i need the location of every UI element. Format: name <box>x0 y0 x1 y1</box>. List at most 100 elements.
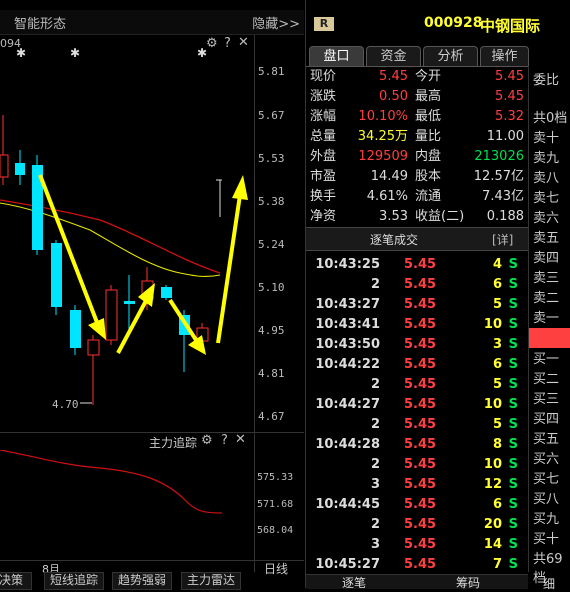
quote-tabs: 盘口 资金 分析 操作 <box>306 46 529 66</box>
trade-direction: S <box>508 377 518 392</box>
axis-divider <box>254 35 255 572</box>
trade-row: 10:43:25 5.45 4 S <box>306 255 524 275</box>
trade-volume: 5 <box>492 297 502 312</box>
trade-volume: 10 <box>483 317 502 332</box>
indicator-settings-icon[interactable]: ⚙ <box>201 433 213 448</box>
tab-operation[interactable]: 操作 <box>480 46 529 66</box>
tab-chips[interactable]: 筹码 <box>456 574 480 591</box>
buy-level-label: 买一 <box>533 352 560 367</box>
field-value: 4.61% <box>366 189 408 204</box>
trade-time: 10:43:50 <box>315 337 380 352</box>
trade-direction: S <box>508 317 518 332</box>
quote-row: 现价 5.45 今开 5.45 <box>306 67 524 87</box>
trade-price: 5.45 <box>404 357 437 372</box>
trade-time: 2 <box>370 277 380 292</box>
tab-detail[interactable]: 细 <box>543 575 555 592</box>
trade-volume: 5 <box>492 417 502 432</box>
order-ladder: 委比 共0档 卖十 卖九 卖八 卖七 卖六 卖五 卖四 卖三 卖二 卖一 买一 买二 买三 买四 买五 买六… <box>528 66 570 586</box>
buy-level-label: 买六 <box>533 452 560 467</box>
field-value: 7.43亿 <box>482 189 524 204</box>
trade-time: 2 <box>370 517 380 532</box>
trade-time: 10:44:45 <box>315 497 380 512</box>
trade-volume: 8 <box>492 437 502 452</box>
candlestick-plot[interactable]: ✱ ✱ ✱ <box>0 35 254 432</box>
quote-row: 换手 4.61% 流通 7.43亿 <box>306 187 524 207</box>
field-label: 外盘 <box>310 149 337 164</box>
buy-level-label: 买八 <box>533 492 560 507</box>
trade-direction: S <box>508 257 518 272</box>
indicator-plot <box>0 450 223 514</box>
indicator-help-icon[interactable]: ? <box>221 433 228 448</box>
hide-button[interactable]: 隐藏>> <box>252 13 300 32</box>
trade-direction: S <box>508 417 518 432</box>
field-label: 现价 <box>310 69 337 84</box>
trade-direction: S <box>508 557 518 572</box>
trade-time: 10:43:41 <box>315 317 380 332</box>
sell-level-label: 卖三 <box>533 271 560 286</box>
trade-volume: 3 <box>492 337 502 352</box>
quote-row: 涨跌 0.50 最高 5.45 <box>306 87 524 107</box>
trade-row: 10:44:27 5.45 10 S <box>306 395 524 415</box>
trade-price: 5.45 <box>404 497 437 512</box>
field-label: 收益(二) <box>415 209 465 224</box>
buy-level-label: 买十 <box>533 532 560 547</box>
trade-direction: S <box>508 357 518 372</box>
period-daily-button[interactable]: 日线 <box>264 560 288 577</box>
field-label: 净资 <box>310 209 337 224</box>
field-value: 14.49 <box>370 169 408 184</box>
trades-detail-link[interactable]: [详] <box>492 231 513 248</box>
tab-main-radar[interactable]: 主力雷达 <box>181 572 241 590</box>
tab-analysis[interactable]: 分析 <box>423 46 478 66</box>
sell-levels-count: 共0档 <box>533 111 568 126</box>
price-tick: 5.24 <box>258 238 285 251</box>
field-label: 量比 <box>415 129 442 144</box>
trade-volume: 14 <box>483 537 502 552</box>
trade-row: 10:43:41 5.45 10 S <box>306 315 524 335</box>
field-label: 今开 <box>415 69 442 84</box>
trade-time: 2 <box>370 417 380 432</box>
candle-body <box>15 163 25 175</box>
tab-short-tracking[interactable]: 短线追踪 <box>44 572 104 590</box>
price-tick: 5.53 <box>258 152 285 165</box>
sell-level-label: 卖五 <box>533 231 560 246</box>
quote-summary: 现价 5.45 今开 5.45 涨跌 0.50 最高 5.45 涨幅 10.10% 最低 5.32 总量… <box>306 67 528 227</box>
trade-time: 10:43:27 <box>315 297 380 312</box>
trade-direction: S <box>508 277 518 292</box>
arrow-head <box>232 175 248 200</box>
field-value: 12.57亿 <box>473 169 524 184</box>
trade-row: 10:44:22 5.45 6 S <box>306 355 524 375</box>
trade-price: 5.45 <box>404 277 437 292</box>
buy-level-label: 买七 <box>533 472 560 487</box>
trade-direction: S <box>508 337 518 352</box>
field-label: 股本 <box>415 169 442 184</box>
trade-volume: 4 <box>492 257 502 272</box>
trades-bottom-tabs: 逐笔 筹码 <box>306 574 528 591</box>
field-label: 市盈 <box>310 169 337 184</box>
quote-row: 涨幅 10.10% 最低 5.32 <box>306 107 524 127</box>
tab-funds[interactable]: 资金 <box>366 46 421 66</box>
field-value: 5.32 <box>495 109 524 124</box>
indicator-close-icon[interactable]: ✕ <box>235 432 246 447</box>
candle-body <box>105 289 118 341</box>
quote-row: 外盘 129509 内盘 213026 <box>306 147 524 167</box>
trade-volume: 12 <box>483 477 502 492</box>
trade-row: 2 5.45 20 S <box>306 515 524 535</box>
field-value: 0.188 <box>486 209 524 224</box>
tab-decision[interactable]: 决策 <box>0 572 32 590</box>
tab-orderbook[interactable]: 盘口 <box>309 46 364 66</box>
trade-row: 3 5.45 14 S <box>306 535 524 555</box>
trade-direction: S <box>508 517 518 532</box>
arrow-up-1 <box>116 296 150 354</box>
trade-price: 5.45 <box>404 397 437 412</box>
tab-trades[interactable]: 逐笔 <box>342 574 366 591</box>
tab-trend-strength[interactable]: 趋势强弱 <box>112 572 172 590</box>
candle-body <box>70 310 81 348</box>
kline-chart-panel[interactable]: 智能形态 隐藏>> 094 ⚙ ? ✕ 5.81 5.67 5.53 5.38 … <box>0 0 304 590</box>
field-label: 最高 <box>415 89 442 104</box>
trade-direction: S <box>508 297 518 312</box>
trade-row: 10:44:45 5.45 6 S <box>306 495 524 515</box>
trade-row: 3 5.45 12 S <box>306 475 524 495</box>
field-value: 5.45 <box>495 69 524 84</box>
trade-price: 5.45 <box>404 417 437 432</box>
trades-list[interactable]: 10:43:25 5.45 4 S 2 5.45 6 S 10:43:27 5.45 5 S 10:43… <box>306 255 528 575</box>
